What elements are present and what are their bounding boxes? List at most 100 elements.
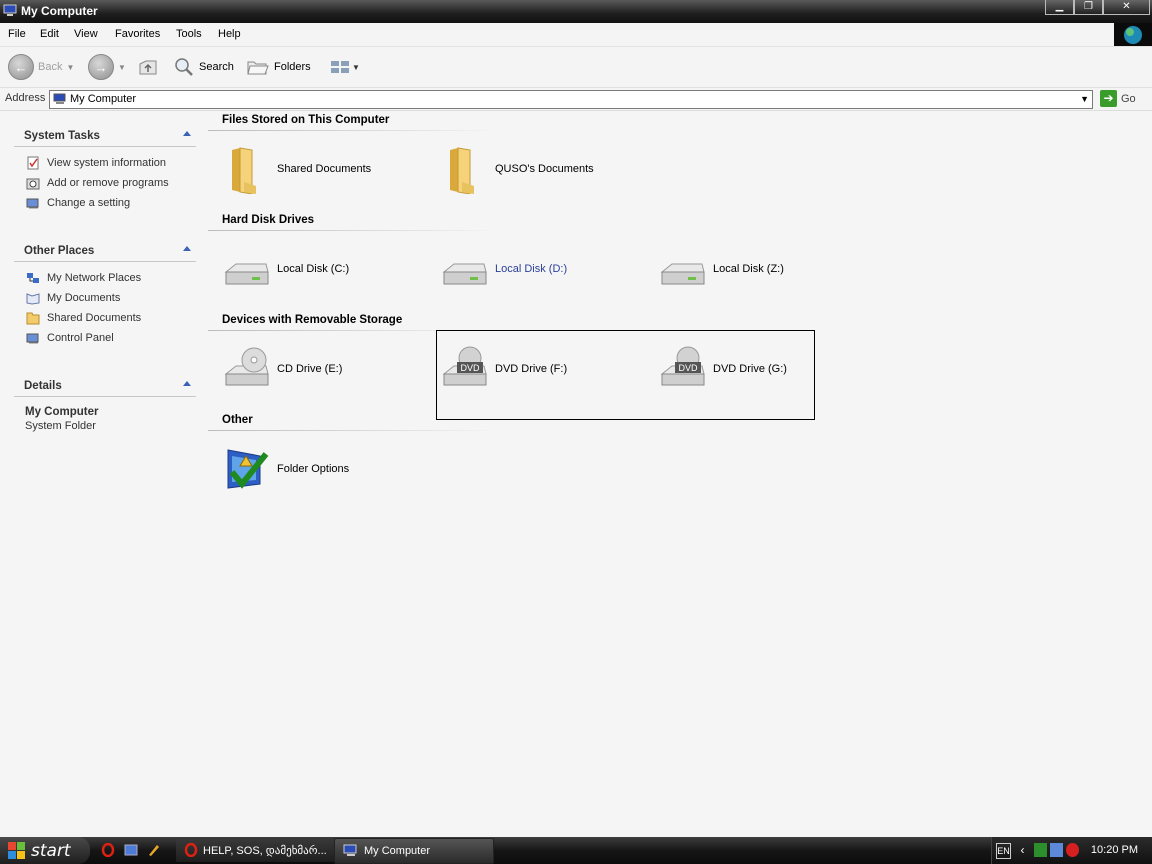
item-label: QUSO's Documents [495,163,594,175]
collapse-icon[interactable] [183,246,191,251]
system-info-icon [27,156,39,170]
cd-drive-icon [224,347,269,386]
taskbar-task-my-computer[interactable]: My Computer [334,838,494,864]
views-dropdown-icon: ▼ [352,62,360,72]
back-dropdown-icon[interactable]: ▼ [66,63,74,72]
item-folder-options[interactable]: Folder Options [208,444,408,498]
my-computer-icon [53,93,66,104]
tray-alert-icon[interactable] [1066,843,1079,857]
views-icon [331,61,349,73]
folder-icon [232,147,256,194]
task-add-remove-programs[interactable]: Add or remove programs [14,173,196,193]
place-my-network-places[interactable]: My Network Places [14,268,196,288]
back-button[interactable]: ← Back ▼ [8,54,74,80]
taskbar-task-opera[interactable]: HELP, SOS, დამეხმარ... [176,838,334,862]
search-button[interactable]: Search [173,54,234,80]
item-shared-documents[interactable]: Shared Documents [208,144,408,198]
go-button[interactable]: ➔ Go [1100,90,1136,107]
restore-button[interactable]: ❐ [1074,0,1103,15]
dvd-drive-icon: DVD [442,346,487,386]
item-label: Shared Documents [277,163,372,175]
back-label: Back [38,61,63,73]
task-title: My Computer [364,845,431,857]
views-button[interactable]: ▼ [330,54,360,80]
language-indicator[interactable]: EN [996,843,1011,859]
show-desktop-icon[interactable] [124,843,138,857]
my-computer-icon [343,844,357,856]
place-my-documents[interactable]: My Documents [14,288,196,308]
place-label: Control Panel [47,332,114,344]
collapse-icon[interactable] [183,381,191,386]
system-tray: EN ‹ 10:20 PM [991,837,1152,864]
opera-icon [184,843,198,857]
menu-tools[interactable]: Tools [176,28,202,40]
menu-edit[interactable]: Edit [40,28,59,40]
svg-text:DVD: DVD [678,363,698,373]
task-change-setting[interactable]: Change a setting [14,193,196,213]
item-dvd-drive-g[interactable]: DVD DVD Drive (G:) [644,344,844,398]
item-label: DVD Drive (F:) [495,363,568,375]
address-dropdown-icon[interactable]: ▼ [1080,94,1089,104]
menu-help[interactable]: Help [218,28,241,40]
content-pane: Files Stored on This Computer Shared Doc… [208,111,1152,837]
menu-file[interactable]: File [8,28,26,40]
start-label: start [31,840,71,861]
menu-favorites[interactable]: Favorites [115,28,160,40]
show-hidden-icons-chevron-icon[interactable]: ‹ [1016,843,1029,857]
details-panel: Details My Computer System Folder [14,374,196,432]
system-tasks-panel: System Tasks View system information Add… [14,124,196,213]
tray-app-icon[interactable] [1034,843,1047,857]
collapse-icon[interactable] [183,131,191,136]
go-label: Go [1121,92,1136,105]
add-remove-programs-icon [26,178,40,190]
address-label: Address [5,92,46,104]
folder-icon [450,147,474,194]
other-places-title: Other Places [24,245,95,257]
item-label: Local Disk (C:) [277,263,350,275]
dvd-drive-icon: DVD [660,346,705,386]
menu-view[interactable]: View [74,28,98,40]
other-places-header[interactable]: Other Places [14,239,196,262]
minimize-button[interactable]: ▁ [1045,0,1074,15]
up-folder-button[interactable] [137,54,159,80]
place-control-panel[interactable]: Control Panel [14,328,196,348]
forward-dropdown-icon[interactable]: ▼ [118,63,126,72]
place-shared-documents[interactable]: Shared Documents [14,308,196,328]
details-header[interactable]: Details [14,374,196,397]
system-tasks-header[interactable]: System Tasks [14,124,196,147]
item-local-disk-c[interactable]: Local Disk (C:) [208,244,408,298]
item-cd-drive-e[interactable]: CD Drive (E:) [208,344,408,398]
other-places-panel: Other Places My Network Places My Docume… [14,239,196,348]
forward-button[interactable]: → ▼ [88,54,126,80]
item-dvd-drive-f[interactable]: DVD DVD Drive (F:) [426,344,626,398]
address-field[interactable]: My Computer ▼ [49,90,1093,109]
windows-flag-icon [8,842,25,859]
network-icon[interactable] [1050,843,1063,857]
group-divider [208,430,498,431]
task-title: HELP, SOS, დამეხმარ... [203,844,327,857]
item-local-disk-z[interactable]: Local Disk (Z:) [644,244,844,298]
title-bar[interactable]: My Computer ▁ ❐ ✕ [0,0,1152,23]
shared-folder-icon [26,312,40,325]
address-bar: Address My Computer ▼ ➔ Go [0,88,1152,111]
item-user-documents[interactable]: QUSO's Documents [426,144,626,198]
toolbar: ← Back ▼ → ▼ Search Folders ▼ [0,47,1152,88]
quick-launch-icon[interactable] [147,843,161,857]
start-button[interactable]: start [0,837,90,864]
svg-text:DVD: DVD [460,363,480,373]
task-pane: System Tasks View system information Add… [0,111,208,837]
my-documents-icon [26,293,40,305]
clock[interactable]: 10:20 PM [1091,844,1138,856]
details-type: System Folder [25,420,96,432]
up-folder-icon [139,60,157,75]
task-view-system-information[interactable]: View system information [14,153,196,173]
close-button[interactable]: ✕ [1103,0,1150,15]
group-divider [208,130,498,131]
control-panel-icon [26,198,39,209]
place-label: My Network Places [47,272,142,284]
opera-icon[interactable] [101,843,115,857]
network-places-icon [27,273,39,283]
folder-options-icon [227,449,269,489]
item-local-disk-d[interactable]: Local Disk (D:) [426,244,626,298]
folders-button[interactable]: Folders [246,54,311,80]
